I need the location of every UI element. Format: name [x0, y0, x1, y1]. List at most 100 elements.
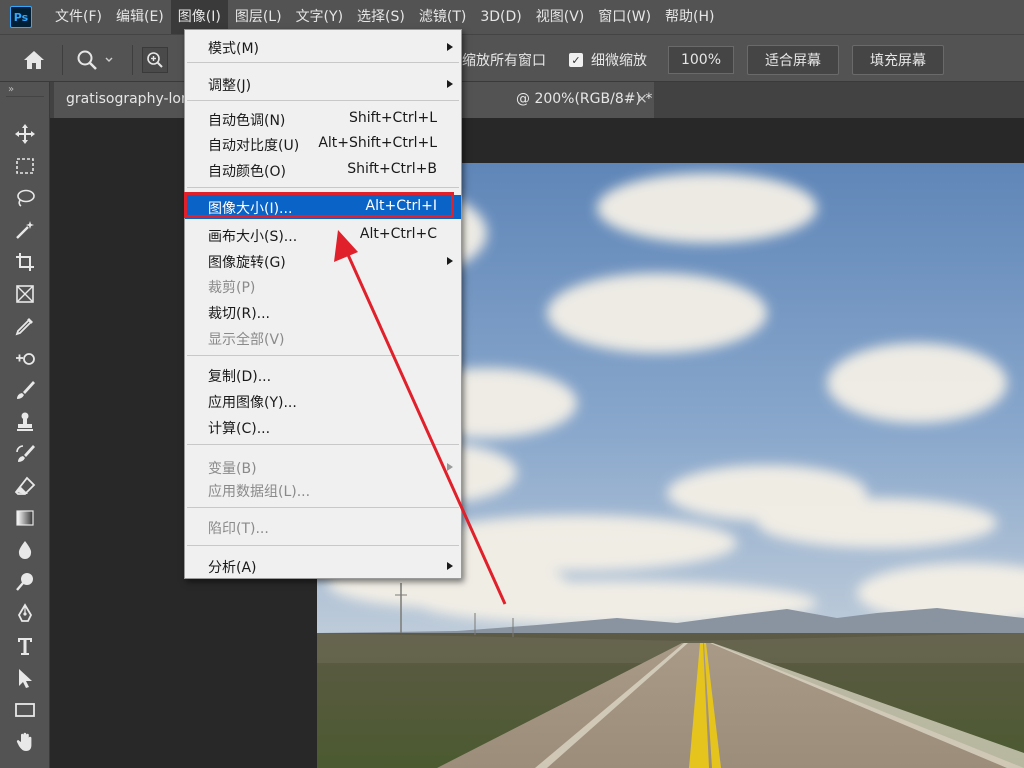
menu-item-label: 裁剪(P) — [208, 280, 256, 296]
menu-item-variables[interactable]: 变量(B) — [185, 455, 461, 479]
document-tab-zoom-mode: @ 200%(RGB/8#) * — [516, 91, 653, 107]
menu-view[interactable]: 视图(V) — [529, 0, 592, 34]
gradient-tool-icon[interactable] — [11, 504, 39, 532]
menu-item-label: 图像大小(I)... — [208, 201, 293, 217]
menu-window[interactable]: 窗口(W) — [591, 0, 658, 34]
close-icon[interactable]: × — [636, 91, 648, 107]
history-brush-icon[interactable] — [11, 440, 39, 468]
menu-item-image-rotation[interactable]: 图像旋转(G) — [185, 249, 461, 273]
menu-item-mode[interactable]: 模式(M) — [185, 35, 461, 59]
menu-edit[interactable]: 编辑(E) — [109, 0, 171, 34]
submenu-arrow-icon — [447, 562, 453, 570]
path-selection-icon[interactable] — [11, 664, 39, 692]
type-tool-icon[interactable] — [11, 632, 39, 660]
menu-file[interactable]: 文件(F) — [48, 0, 109, 34]
submenu-arrow-icon — [447, 257, 453, 265]
menu-item-label: 陷印(T)... — [208, 521, 269, 537]
menu-item-label: 分析(A) — [208, 560, 257, 576]
menu-separator — [187, 444, 459, 445]
menu-item-label: 应用数据组(L)... — [208, 484, 311, 500]
menu-item-auto-tone[interactable]: 自动色调(N) Shift+Ctrl+L — [185, 107, 461, 131]
menu-item-label: 裁切(R)... — [208, 306, 271, 322]
menu-item-calculations[interactable]: 计算(C)... — [185, 415, 461, 439]
rectangle-tool-icon[interactable] — [11, 696, 39, 724]
lasso-tool-icon[interactable] — [11, 184, 39, 212]
zoom-in-icon — [147, 52, 163, 68]
chevron-down-icon — [105, 57, 113, 62]
separator — [6, 96, 44, 97]
menu-item-apply-data-set[interactable]: 应用数据组(L)... — [185, 478, 461, 502]
image-menu-dropdown: 模式(M) 调整(J) 自动色调(N) Shift+Ctrl+L 自动对比度(U… — [184, 29, 462, 579]
menu-item-label: 计算(C)... — [208, 421, 271, 437]
menu-bar: Ps 文件(F) 编辑(E) 图像(I) 图层(L) 文字(Y) 选择(S) 滤… — [0, 0, 1024, 34]
menu-item-label: 画布大小(S)... — [208, 229, 298, 245]
menu-item-label: 变量(B) — [208, 461, 257, 477]
menu-item-label: 调整(J) — [208, 78, 252, 94]
zoom-percent-field[interactable]: 100% — [668, 46, 734, 74]
submenu-arrow-icon — [447, 80, 453, 88]
submenu-arrow-icon — [447, 463, 453, 471]
photoshop-logo: Ps — [10, 6, 32, 28]
menu-item-reveal-all[interactable]: 显示全部(V) — [185, 326, 461, 350]
pen-tool-icon[interactable] — [11, 600, 39, 628]
home-icon[interactable] — [22, 49, 46, 71]
zoom-icon — [77, 50, 97, 70]
separator — [132, 45, 133, 75]
menu-item-canvas-size[interactable]: 画布大小(S)... Alt+Ctrl+C — [185, 223, 461, 247]
menu-item-label: 显示全部(V) — [208, 332, 285, 348]
eraser-icon[interactable] — [11, 472, 39, 500]
blur-tool-icon[interactable] — [11, 536, 39, 564]
menu-item-shortcut: Alt+Ctrl+I — [365, 198, 437, 214]
menu-item-auto-color[interactable]: 自动颜色(O) Shift+Ctrl+B — [185, 158, 461, 182]
menu-item-label: 自动对比度(U) — [208, 138, 300, 154]
zoom-in-button[interactable] — [142, 47, 168, 73]
menu-separator — [187, 545, 459, 546]
menu-item-shortcut: Alt+Shift+Ctrl+L — [318, 135, 437, 151]
menu-separator — [187, 187, 459, 188]
menu-item-label: 自动颜色(O) — [208, 164, 286, 180]
menu-separator — [187, 62, 459, 63]
healing-brush-icon[interactable] — [11, 344, 39, 372]
options-bar: 缩放所有窗口 ✓ 细微缩放 100% 适合屏幕 填充屏幕 — [0, 34, 1024, 82]
fit-screen-button[interactable]: 适合屏幕 — [747, 45, 839, 75]
menu-item-shortcut: Shift+Ctrl+B — [347, 161, 437, 177]
marquee-tool-icon[interactable] — [11, 152, 39, 180]
panel-collapse-icon[interactable]: » — [8, 84, 14, 95]
dodge-tool-icon[interactable] — [11, 568, 39, 596]
resize-all-windows-label[interactable]: 缩放所有窗口 — [462, 50, 546, 70]
frame-tool-icon[interactable] — [11, 280, 39, 308]
menu-item-trap[interactable]: 陷印(T)... — [185, 515, 461, 539]
clone-stamp-icon[interactable] — [11, 408, 39, 436]
scrubby-zoom-label: 细微缩放 — [591, 53, 647, 69]
brush-tool-icon[interactable] — [11, 376, 39, 404]
magic-wand-icon[interactable] — [11, 216, 39, 244]
tools-panel: » — [0, 82, 50, 768]
fill-screen-button[interactable]: 填充屏幕 — [852, 45, 944, 75]
menu-separator — [187, 100, 459, 101]
eyedropper-icon[interactable] — [11, 312, 39, 340]
menu-item-adjustments[interactable]: 调整(J) — [185, 72, 461, 96]
menu-item-duplicate[interactable]: 复制(D)... — [185, 363, 461, 387]
menu-item-image-size[interactable]: 图像大小(I)... Alt+Ctrl+I — [185, 195, 461, 219]
menu-item-label: 应用图像(Y)... — [208, 395, 297, 411]
menu-3d[interactable]: 3D(D) — [473, 0, 528, 34]
menu-item-analysis[interactable]: 分析(A) — [185, 554, 461, 578]
menu-item-trim[interactable]: 裁切(R)... — [185, 300, 461, 324]
menu-item-auto-contrast[interactable]: 自动对比度(U) Alt+Shift+Ctrl+L — [185, 132, 461, 156]
menu-item-label: 图像旋转(G) — [208, 255, 286, 271]
photoshop-window: Ps 文件(F) 编辑(E) 图像(I) 图层(L) 文字(Y) 选择(S) 滤… — [0, 0, 1024, 768]
menu-item-label: 复制(D)... — [208, 369, 272, 385]
menu-item-apply-image[interactable]: 应用图像(Y)... — [185, 389, 461, 413]
menu-help[interactable]: 帮助(H) — [658, 0, 721, 34]
separator — [62, 45, 63, 75]
zoom-tool-preset[interactable] — [76, 47, 116, 73]
scrubby-zoom-checkbox[interactable]: ✓ — [569, 53, 583, 67]
menu-item-label: 模式(M) — [208, 41, 260, 57]
move-tool-icon[interactable] — [11, 120, 39, 148]
menu-item-shortcut: Alt+Ctrl+C — [359, 226, 437, 242]
hand-tool-icon[interactable] — [11, 728, 39, 756]
crop-tool-icon[interactable] — [11, 248, 39, 276]
menu-separator — [187, 507, 459, 508]
menu-item-label: 自动色调(N) — [208, 113, 286, 129]
menu-item-crop[interactable]: 裁剪(P) — [185, 274, 461, 298]
